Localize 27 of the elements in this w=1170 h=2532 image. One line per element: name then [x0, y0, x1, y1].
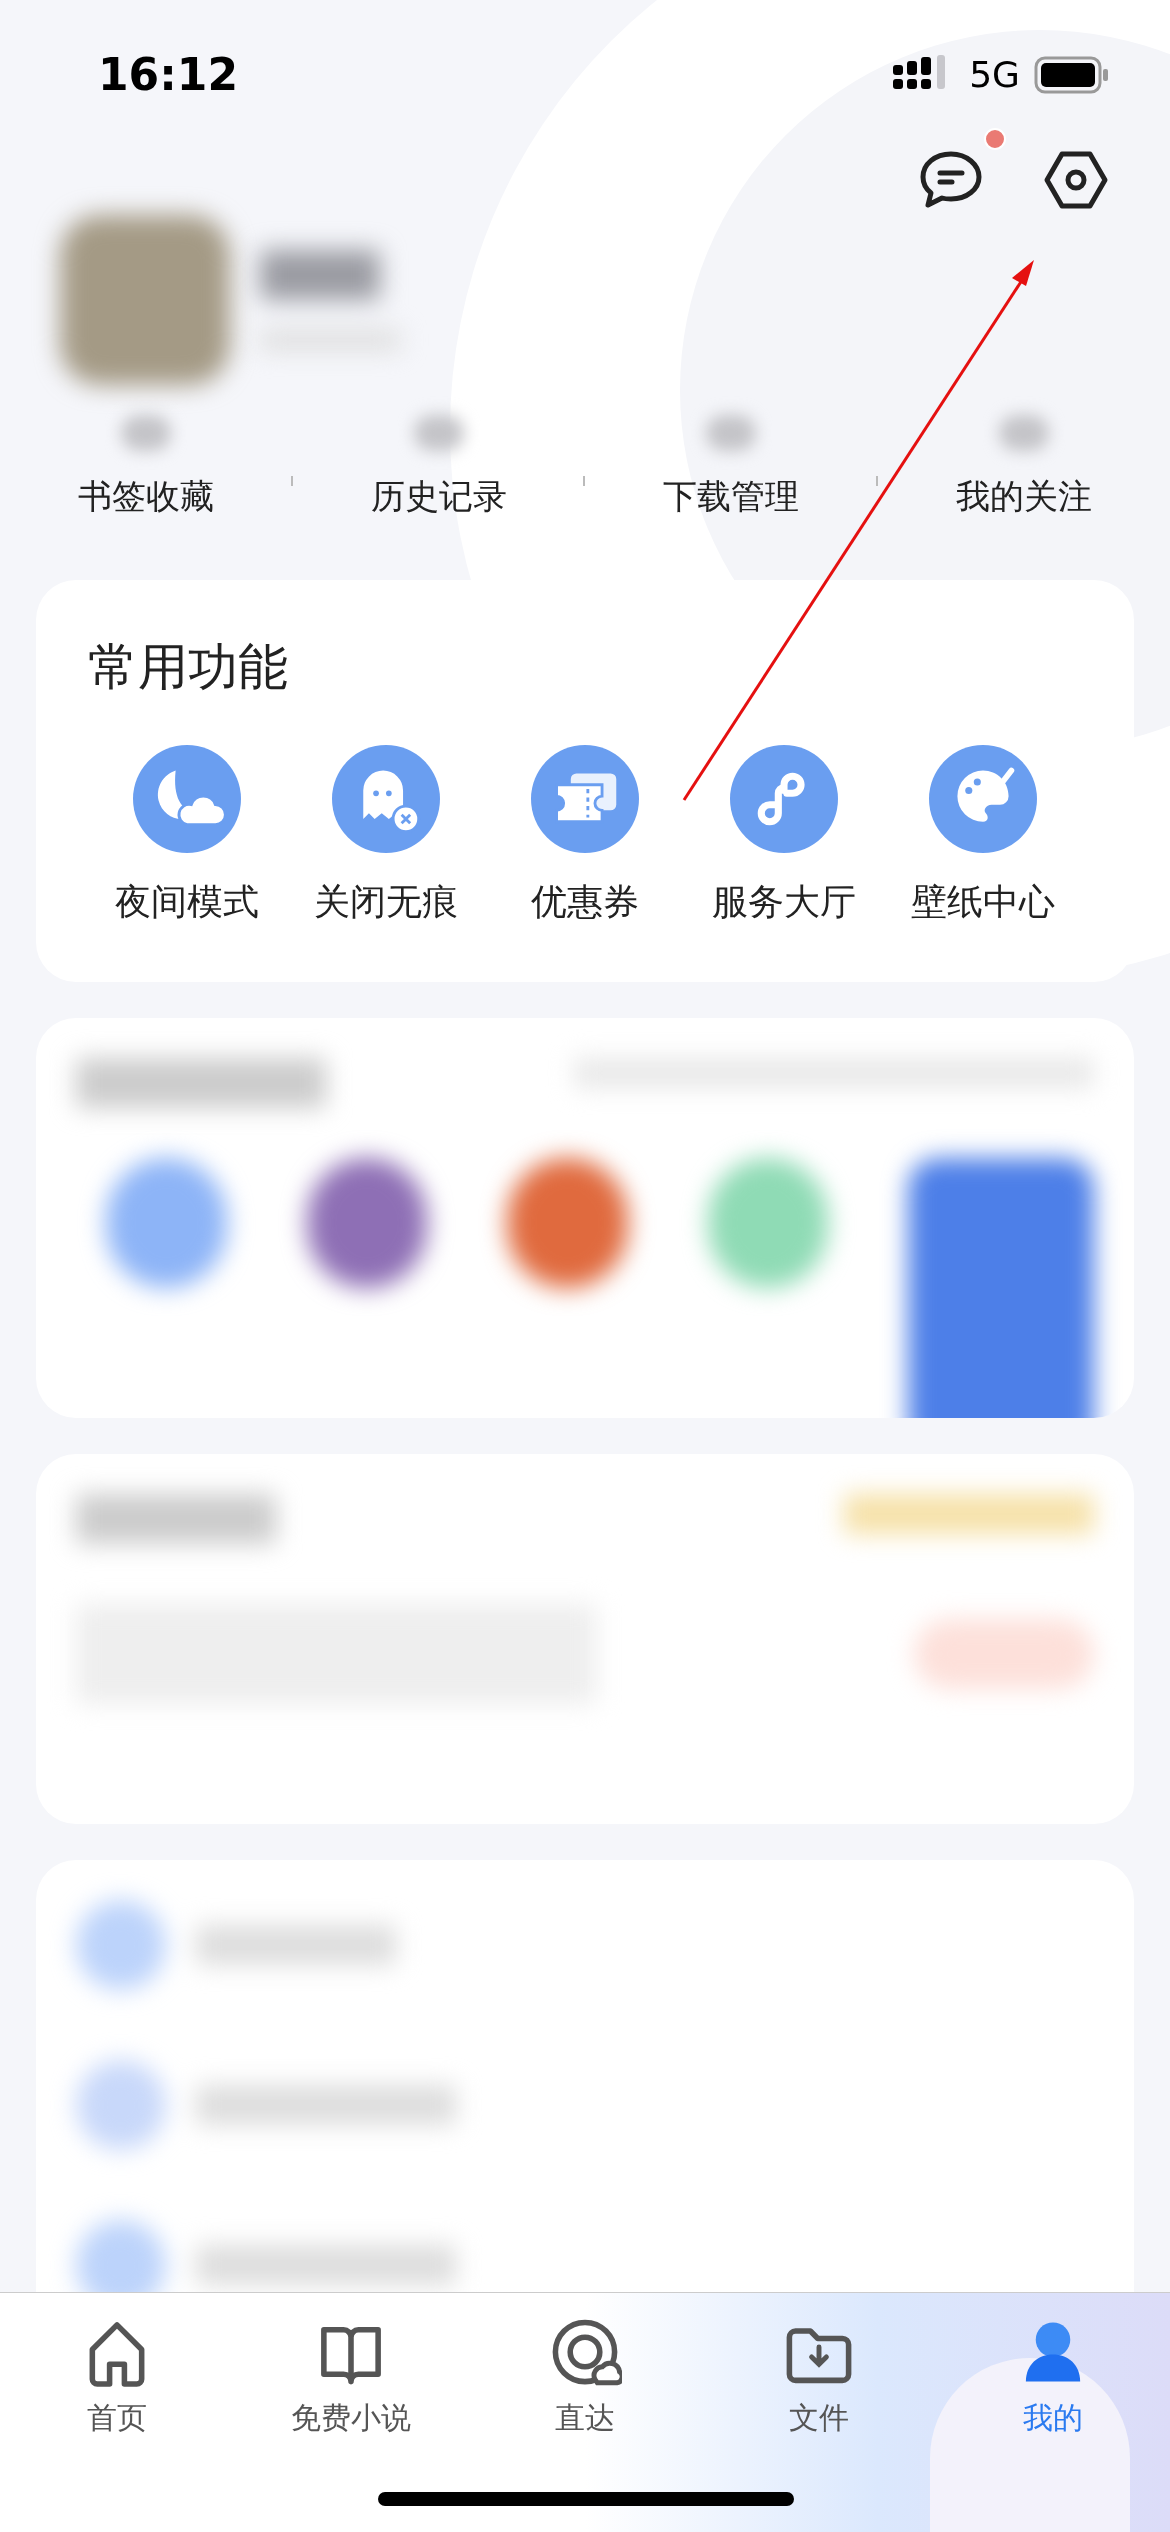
palette-icon[interactable] [928, 745, 1037, 853]
shortcut-label[interactable]: 书签收藏 [78, 471, 215, 522]
message-icon[interactable] [918, 150, 984, 210]
tab[interactable]: 文件 [702, 2315, 936, 2440]
feature-label[interactable]: 壁纸中心 [910, 875, 1055, 929]
feature-label[interactable]: 优惠券 [531, 875, 639, 929]
status-time: 16:12 [98, 48, 239, 102]
tab[interactable]: 免费小说 [234, 2315, 468, 2440]
shortcut-label[interactable]: 历史记录 [370, 471, 507, 522]
tab[interactable]: 我的 [936, 2315, 1170, 2440]
feature-label[interactable]: 服务大厅 [711, 875, 856, 929]
moon-cloud-icon[interactable] [133, 745, 242, 853]
shortcut-label[interactable]: 下载管理 [663, 471, 800, 522]
network-label: 5G [969, 53, 1020, 97]
ghost-icon[interactable] [332, 745, 441, 853]
section-title: 常用功能 [88, 637, 289, 698]
ticket-icon[interactable] [531, 745, 639, 853]
feature-label[interactable]: 夜间模式 [115, 875, 260, 929]
link-icon[interactable] [729, 745, 838, 853]
blurred-icon [121, 415, 172, 451]
shortcut-label[interactable]: 我的关注 [955, 471, 1092, 522]
feature-label[interactable]: 关闭无痕 [314, 875, 459, 929]
tab[interactable]: 直达 [468, 2315, 702, 2440]
settings-icon[interactable] [1044, 151, 1108, 209]
battery-icon [1034, 56, 1110, 94]
blurred-icon [413, 415, 464, 451]
tab[interactable]: 首页 [0, 2315, 234, 2440]
